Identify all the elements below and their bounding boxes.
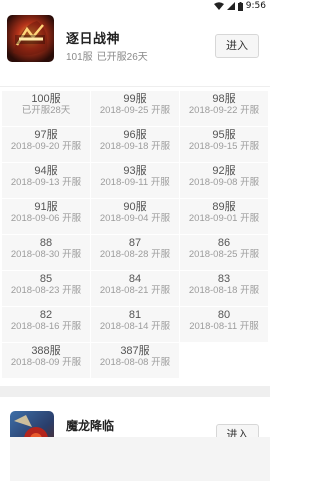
server-name: 84 [128,273,142,285]
server-cell[interactable]: 85 2018-08-23 开服 [2,271,90,306]
server-name: 82 [39,309,53,321]
server-cell[interactable]: 89服 2018-09-01 开服 [180,199,268,234]
server-name: 96服 [123,129,147,141]
server-open-date: 2018-09-01 开服 [188,213,260,224]
server-cell[interactable]: 83 2018-08-18 开服 [180,271,268,306]
server-name: 94服 [34,165,58,177]
server-name: 100服 [31,93,61,105]
server-open-date: 2018-09-18 开服 [99,141,171,152]
server-open-date: 2018-08-21 开服 [99,285,171,296]
server-name: 91服 [34,201,58,213]
server-open-date: 2018-09-04 开服 [99,213,171,224]
server-cell[interactable]: 87 2018-08-28 开服 [91,235,179,270]
server-name: 83 [217,273,231,285]
status-time: 9:56 [245,1,266,11]
server-cell[interactable]: 97服 2018-09-20 开服 [2,127,90,162]
server-open-date: 2018-08-25 开服 [188,249,260,260]
battery-icon [237,1,243,11]
server-name: 80 [217,309,231,321]
server-cell[interactable]: 84 2018-08-21 开服 [91,271,179,306]
server-name: 92服 [212,165,236,177]
server-cell[interactable]: 93服 2018-09-11 开服 [91,163,179,198]
status-bar: 9:56 [0,0,270,12]
status-icons: 9:56 [213,1,266,11]
server-name: 387服 [120,345,150,357]
server-name: 90服 [123,201,147,213]
server-name: 87 [128,237,142,249]
server-cell[interactable]: 88 2018-08-30 开服 [2,235,90,270]
server-name: 388服 [31,345,61,357]
server-open-date: 2018-09-15 开服 [188,141,260,152]
open-status: 已开服26天 [96,52,148,63]
server-name: 85 [39,273,53,285]
enter-button[interactable]: 进入 [215,34,259,58]
server-name: 97服 [34,129,58,141]
server-open-date: 2018-08-16 开服 [10,321,82,332]
server-open-date: 2018-08-23 开服 [10,285,82,296]
server-open-date: 已开服28天 [21,105,71,116]
server-open-date: 2018-08-11 开服 [189,321,259,332]
server-open-date: 2018-09-08 开服 [188,177,260,188]
divider [0,86,270,87]
server-cell[interactable]: 80 2018-08-11 开服 [180,307,268,342]
wifi-icon [213,2,224,10]
server-open-date: 2018-09-20 开服 [10,141,82,152]
bottom-panel [10,437,270,481]
server-name: 89服 [212,201,236,213]
server-open-date: 2018-08-28 开服 [99,249,171,260]
server-cell[interactable]: 91服 2018-09-06 开服 [2,199,90,234]
server-grid: 100服 已开服28天 99服 2018-09-25 开服 98服 2018-09-22 … [2,91,268,378]
server-cell[interactable]: 96服 2018-09-18 开服 [91,127,179,162]
game-header[interactable]: 逐日战神 101服 已开服26天 进入 [0,12,270,76]
server-cell[interactable]: 387服 2018-08-08 开服 [91,343,179,378]
server-open-date: 2018-08-14 开服 [99,321,171,332]
server-cell[interactable]: 388服 2018-08-09 开服 [2,343,90,378]
game-title: 逐日战神 [66,31,121,46]
server-cell[interactable]: 82 2018-08-16 开服 [2,307,90,342]
server-open-date: 2018-08-09 开服 [10,357,82,368]
game2-title: 魔龙降临 [66,419,115,433]
server-open-date: 2018-09-22 开服 [188,105,260,116]
server-cell[interactable]: 90服 2018-09-04 开服 [91,199,179,234]
server-open-date: 2018-08-08 开服 [99,357,171,368]
server-cell[interactable]: 95服 2018-09-15 开服 [180,127,268,162]
server-name: 81 [128,309,142,321]
server-name: 86 [217,237,231,249]
section-separator [0,386,270,397]
game-subtitle: 101服 已开服26天 [66,48,152,63]
latest-server: 101服 [66,52,93,63]
server-cell[interactable]: 92服 2018-09-08 开服 [180,163,268,198]
server-cell[interactable]: 86 2018-08-25 开服 [180,235,268,270]
server-cell[interactable]: 99服 2018-09-25 开服 [91,91,179,126]
server-name: 99服 [123,93,147,105]
server-name: 93服 [123,165,147,177]
server-open-date: 2018-08-18 开服 [188,285,260,296]
server-cell[interactable]: 98服 2018-09-22 开服 [180,91,268,126]
game-icon[interactable] [7,15,54,62]
server-cell[interactable]: 94服 2018-09-13 开服 [2,163,90,198]
server-open-date: 2018-09-13 开服 [10,177,82,188]
server-cell[interactable]: 100服 已开服28天 [2,91,90,126]
server-open-date: 2018-09-06 开服 [10,213,82,224]
server-cell[interactable]: 81 2018-08-14 开服 [91,307,179,342]
signal-icon [226,2,235,10]
server-name: 98服 [212,93,236,105]
server-open-date: 2018-09-25 开服 [99,105,171,116]
server-open-date: 2018-08-30 开服 [10,249,82,260]
server-name: 95服 [212,129,236,141]
server-name: 88 [39,237,53,249]
server-open-date: 2018-09-11 开服 [100,177,170,188]
